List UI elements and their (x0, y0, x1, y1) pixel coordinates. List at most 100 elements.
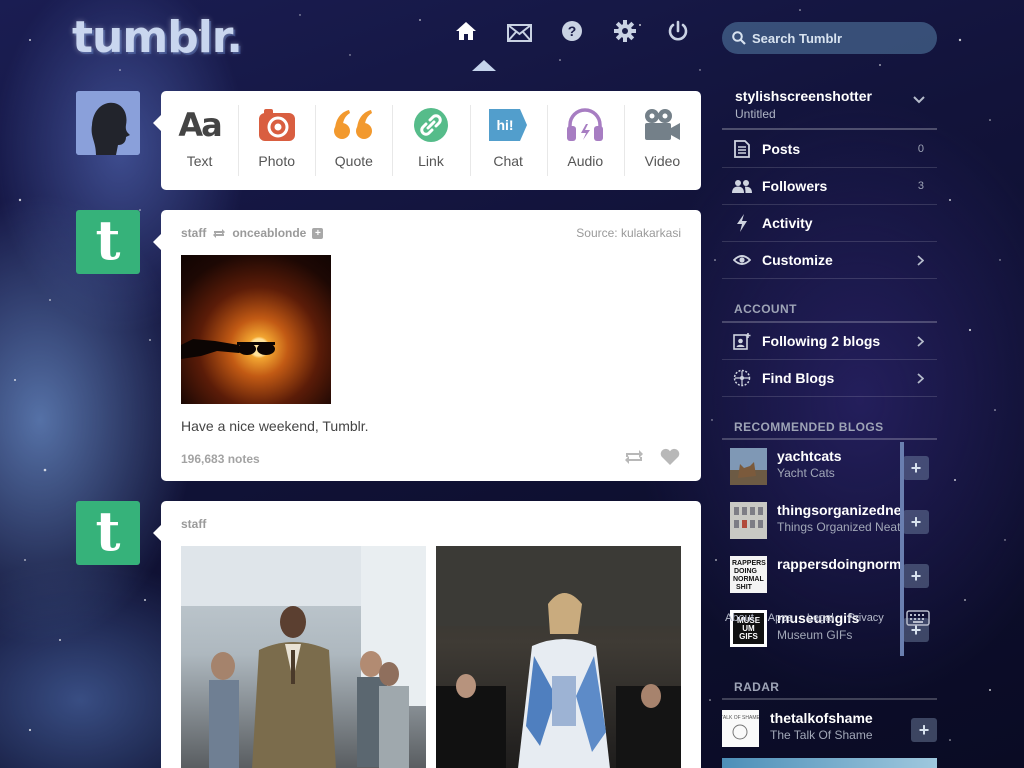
reblog-icon (213, 228, 226, 238)
sidebar-item-followers[interactable]: Followers 3 (722, 168, 937, 205)
footer-link[interactable]: Legal (807, 612, 834, 624)
eye-icon (733, 255, 751, 265)
recommended-heading: RECOMMENDED BLOGS (734, 420, 884, 434)
notes-count[interactable]: 196,683 notes (181, 452, 260, 466)
post-card: staff (153, 501, 701, 768)
post-photo-runway-right[interactable] (436, 546, 681, 768)
divider (722, 438, 937, 440)
svg-text:NORMAL: NORMAL (733, 576, 764, 583)
sidebar-item-posts[interactable]: Posts 0 (722, 131, 937, 168)
search-placeholder: Search Tumblr (752, 30, 843, 46)
post-caption: Have a nice weekend, Tumblr. (181, 418, 369, 434)
quote-icon (332, 105, 376, 145)
gear-icon[interactable] (614, 20, 636, 42)
sidebar-item-following[interactable]: Following 2 blogs (722, 323, 937, 360)
divider (722, 698, 937, 700)
recommended-blog[interactable]: RAPPERSDOINGNORMALSHIT rappersdoingnorma… (722, 550, 937, 604)
user-avatar[interactable] (76, 91, 140, 155)
blog-avatar: TALK OF SHAME (722, 710, 759, 747)
text-icon: Aa (178, 106, 222, 144)
keyboard-shortcuts-icon[interactable] (906, 610, 930, 626)
recommended-blog-title: Things Organized Neatly (777, 520, 902, 534)
recommended-blog[interactable]: yachtcats Yacht Cats + (722, 442, 937, 496)
video-camera-icon (640, 105, 684, 145)
following-icon (733, 333, 751, 350)
envelope-icon[interactable] (507, 24, 532, 42)
chevron-right-icon (917, 335, 924, 347)
search-input[interactable]: Search Tumblr (722, 22, 937, 54)
lightning-icon (737, 214, 747, 232)
chevron-down-icon (913, 96, 925, 104)
footer-links: About Apps Legal Privacy (725, 612, 884, 624)
post-type-label: Video (644, 153, 681, 169)
recommended-blog-title: Museum GIFs (777, 628, 853, 642)
svg-text:TALK OF SHAME: TALK OF SHAME (722, 715, 759, 721)
post-author[interactable]: staff (181, 226, 206, 240)
camera-icon (255, 105, 299, 145)
post-type-link[interactable]: Link (392, 91, 469, 190)
follow-button[interactable]: + (903, 510, 929, 534)
posts-icon (734, 140, 750, 158)
home-icon[interactable] (455, 20, 477, 42)
post-type-text[interactable]: Aa Text (161, 91, 238, 190)
recommended-scrollbar[interactable] (900, 442, 904, 656)
sidebar-item-activity[interactable]: Activity (722, 205, 937, 242)
radar-post-preview[interactable] (722, 758, 937, 768)
recommended-blog-title: Yacht Cats (777, 466, 835, 480)
follow-button[interactable]: + (903, 456, 929, 480)
blog-avatar: RAPPERSDOINGNORMALSHIT (730, 556, 767, 593)
blog-name: stylishscreenshotter (735, 88, 872, 104)
footer-link[interactable]: About (725, 612, 754, 624)
footer-link[interactable]: Privacy (848, 612, 884, 624)
post-photo-runway-left[interactable] (181, 546, 426, 768)
blog-avatar (730, 502, 767, 539)
recommended-blog-name: rappersdoingnormalshit (777, 556, 902, 572)
active-nav-indicator (472, 60, 496, 71)
follow-button[interactable]: + (911, 718, 937, 742)
post-type-label: Text (186, 153, 213, 169)
sidebar-item-find-blogs[interactable]: Find Blogs (722, 360, 937, 397)
post-composer: Aa Text Photo Quote Link hi! Chat Audio (153, 91, 701, 190)
radar-blog[interactable]: TALK OF SHAME thetalkofshame The Talk Of… (722, 704, 937, 758)
blog-subtitle: Untitled (735, 107, 776, 121)
recommended-blog-name: yachtcats (777, 448, 842, 464)
radar-blog-name: thetalkofshame (770, 710, 873, 726)
post-source[interactable]: Source: kulakarkasi (576, 226, 681, 240)
follow-plus-icon[interactable]: + (312, 227, 324, 239)
reblog-icon[interactable] (623, 448, 645, 466)
link-icon (409, 105, 453, 145)
follow-button[interactable]: + (903, 564, 929, 588)
post-type-label: Audio (567, 153, 604, 169)
radar-heading: RADAR (734, 680, 780, 694)
post-type-video[interactable]: Video (623, 91, 701, 190)
svg-text:?: ? (568, 23, 577, 39)
sidebar-item-customize[interactable]: Customize (722, 242, 937, 279)
svg-text:RAPPERS: RAPPERS (732, 560, 766, 567)
recommended-blog[interactable]: thingsorganizedneatly Things Organized N… (722, 496, 937, 550)
post-header: staff (181, 517, 206, 531)
post-type-photo[interactable]: Photo (238, 91, 315, 190)
staff-avatar[interactable]: t (76, 501, 140, 565)
post-type-label: Chat (493, 153, 523, 169)
footer-link[interactable]: Apps (768, 612, 793, 624)
followers-count: 3 (917, 180, 924, 192)
headphones-icon (563, 105, 607, 145)
like-heart-icon[interactable] (659, 448, 681, 466)
chevron-right-icon (917, 372, 924, 384)
post-author[interactable]: staff (181, 517, 206, 531)
post-photo[interactable] (181, 255, 331, 404)
tumblr-logo[interactable]: tumblr. (72, 12, 243, 63)
post-type-chat[interactable]: hi! Chat (469, 91, 547, 190)
post-type-quote[interactable]: Quote (315, 91, 392, 190)
reblogged-from[interactable]: onceablonde (232, 226, 306, 240)
help-icon[interactable]: ? (561, 20, 583, 42)
staff-avatar[interactable]: t (76, 210, 140, 274)
post-type-audio[interactable]: Audio (546, 91, 624, 190)
power-icon[interactable] (667, 20, 689, 42)
post-type-label: Quote (334, 153, 373, 169)
post-actions (623, 448, 681, 466)
account-heading: ACCOUNT (734, 302, 797, 316)
svg-text:hi!: hi! (497, 117, 514, 133)
blog-selector[interactable]: stylishscreenshotter Untitled (722, 84, 937, 130)
blog-avatar (730, 448, 767, 485)
